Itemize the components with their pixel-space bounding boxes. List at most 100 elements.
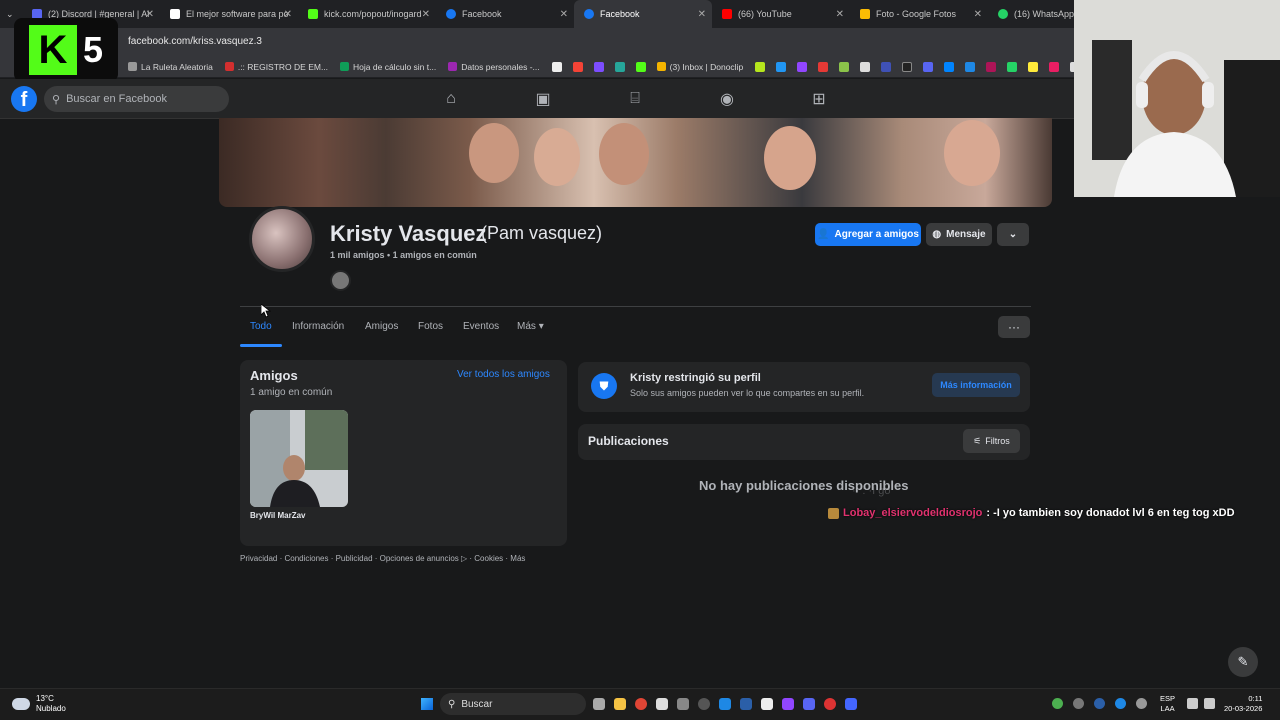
add-friend-button[interactable]: 👤 Agregar a amigos: [815, 223, 921, 246]
bookmark-icon[interactable]: [965, 61, 976, 72]
app-icon[interactable]: [656, 698, 668, 710]
close-icon[interactable]: ✕: [836, 9, 844, 20]
tab-informacion[interactable]: Información: [292, 321, 344, 332]
tab-mas[interactable]: Más ▾: [517, 321, 544, 332]
home-icon[interactable]: ⌂: [441, 89, 461, 109]
discord-icon[interactable]: [923, 61, 934, 72]
bookmark-icon[interactable]: [881, 61, 892, 72]
twitch-icon[interactable]: [797, 61, 808, 72]
bookmark-icon[interactable]: [839, 61, 850, 72]
bookmark-item[interactable]: (3) Inbox | Donoclip: [656, 62, 743, 72]
obs-icon[interactable]: [698, 698, 710, 710]
weather-widget[interactable]: 13°C Nublado: [12, 694, 66, 714]
discord-icon[interactable]: [803, 698, 815, 710]
tab-fotos[interactable]: Fotos: [418, 321, 443, 332]
tab-eventos[interactable]: Eventos: [463, 321, 499, 332]
app-icon[interactable]: [782, 698, 794, 710]
bookmark-icon[interactable]: [902, 61, 913, 72]
profile-avatar[interactable]: [249, 206, 315, 272]
profile-more-button[interactable]: ⌄: [997, 223, 1029, 246]
close-icon[interactable]: ✕: [974, 9, 982, 20]
groups-icon[interactable]: ◉: [717, 89, 737, 109]
close-icon[interactable]: ✕: [698, 9, 706, 20]
browser-tab[interactable]: kick.com/popout/inogard ✕: [298, 0, 436, 28]
footer-links[interactable]: Privacidad · Condiciones · Publicidad · …: [240, 554, 525, 563]
browser-tab[interactable]: Foto - Google Fotos ✕: [850, 0, 988, 28]
friends-summary[interactable]: 1 mil amigos • 1 amigos en común: [330, 250, 477, 260]
bookmark-icon[interactable]: [1028, 61, 1039, 72]
messenger-icon[interactable]: [944, 61, 955, 72]
kick-icon: [308, 9, 318, 19]
network-icon[interactable]: [1187, 698, 1198, 709]
chrome-icon[interactable]: [635, 698, 647, 710]
tab-more-options-button[interactable]: ···: [998, 316, 1030, 338]
friend-name[interactable]: BryWil MarZav: [250, 511, 306, 520]
divider: [240, 306, 1031, 307]
taskbar-search[interactable]: ⚲ Buscar: [440, 693, 586, 715]
cloud-icon: [12, 698, 30, 710]
volume-icon[interactable]: [1204, 698, 1215, 709]
tray-icon[interactable]: [1115, 698, 1126, 709]
see-all-friends-link[interactable]: Ver todos los amigos: [457, 369, 550, 380]
bookmark-icon[interactable]: [614, 61, 625, 72]
cover-photo[interactable]: [219, 118, 1052, 207]
friends-card-title[interactable]: Amigos: [250, 368, 298, 383]
close-icon[interactable]: ✕: [284, 9, 292, 20]
bookmark-icon[interactable]: [986, 61, 997, 72]
browser-tab[interactable]: El mejor software para po ✕: [160, 0, 298, 28]
bookmark-icon[interactable]: [755, 61, 766, 72]
browser-tab[interactable]: Facebook ✕: [436, 0, 574, 28]
tray-icon[interactable]: [1136, 698, 1147, 709]
close-icon[interactable]: ✕: [422, 9, 430, 20]
marketplace-icon[interactable]: ⌸: [625, 89, 645, 109]
facebook-icon: [446, 9, 456, 19]
bookmark-item[interactable]: .:: REGISTRO DE EM...: [224, 62, 328, 72]
tray-icon[interactable]: [1073, 698, 1084, 709]
language-indicator[interactable]: ESP LAA: [1160, 694, 1175, 714]
new-message-button[interactable]: ✎: [1228, 647, 1258, 677]
facebook-logo-icon[interactable]: f: [11, 86, 37, 112]
task-view-icon[interactable]: [593, 698, 605, 710]
facebook-icon: [584, 9, 594, 19]
bookmark-item[interactable]: Datos personales -...: [448, 62, 540, 72]
app-icon[interactable]: [824, 698, 836, 710]
facebook-search-input[interactable]: ⚲ Buscar en Facebook: [44, 86, 229, 112]
mutual-friend-avatar[interactable]: [330, 270, 351, 291]
bookmark-icon[interactable]: [860, 61, 871, 72]
gaming-icon[interactable]: ⊞: [809, 89, 829, 109]
file-explorer-icon[interactable]: [614, 698, 626, 710]
filters-button[interactable]: ⚟ Filtros: [963, 429, 1020, 453]
bookmark-item[interactable]: La Ruleta Aleatoria: [128, 62, 213, 72]
more-info-button[interactable]: Más información: [932, 373, 1020, 397]
tab-todo[interactable]: Todo: [250, 321, 272, 332]
kick-icon[interactable]: [635, 61, 646, 72]
bookmark-icon[interactable]: [551, 61, 562, 72]
whatsapp-icon[interactable]: [1007, 61, 1018, 72]
bookmark-item[interactable]: Hoja de cálculo sin t...: [340, 62, 436, 72]
app-icon[interactable]: [719, 698, 731, 710]
url-text[interactable]: facebook.com/kriss.vasquez.3: [128, 36, 262, 47]
browser-tab[interactable]: (66) YouTube ✕: [712, 0, 850, 28]
bookmark-icon[interactable]: [818, 61, 829, 72]
address-bar[interactable]: facebook.com/kriss.vasquez.3: [0, 28, 1074, 56]
friend-photo[interactable]: [250, 410, 348, 507]
close-icon[interactable]: ✕: [146, 9, 154, 20]
bookmark-icon[interactable]: [1049, 61, 1060, 72]
bookmark-icon[interactable]: [593, 61, 604, 72]
tab-amigos[interactable]: Amigos: [365, 321, 398, 332]
close-icon[interactable]: ✕: [560, 9, 568, 20]
browser-tab[interactable]: (16) WhatsApp B: [988, 0, 1074, 28]
steam-tray-icon[interactable]: [1094, 698, 1105, 709]
bookmark-icon[interactable]: [776, 61, 787, 72]
video-icon[interactable]: ▣: [533, 89, 553, 109]
browser-tab-active[interactable]: Facebook ✕: [574, 0, 712, 28]
message-button[interactable]: ◍ Mensaje: [926, 223, 992, 246]
windows-start-icon[interactable]: [421, 698, 433, 710]
bookmark-icon[interactable]: [572, 61, 583, 72]
steam-icon[interactable]: [740, 698, 752, 710]
system-clock[interactable]: 0:11 20-03-2026: [1224, 694, 1262, 714]
app-icon[interactable]: [677, 698, 689, 710]
app-icon[interactable]: [845, 698, 857, 710]
app-icon[interactable]: [761, 698, 773, 710]
tray-icon[interactable]: [1052, 698, 1063, 709]
